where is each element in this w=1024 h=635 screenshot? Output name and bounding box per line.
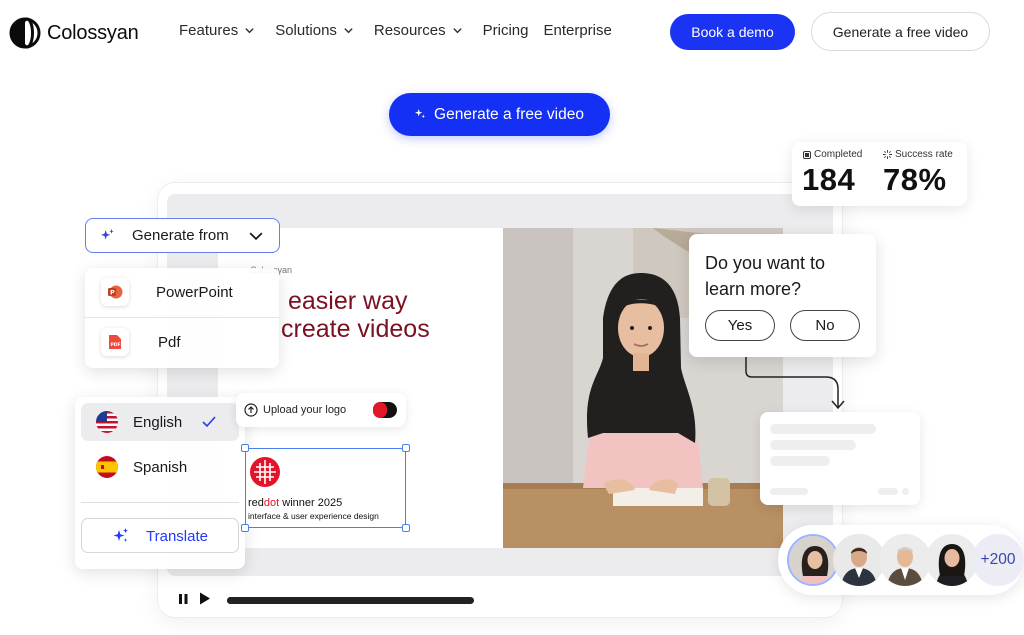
stats-card: Completed 184 Success rate 78% — [792, 142, 967, 206]
skeleton-line — [770, 440, 856, 450]
source-option-powerpoint[interactable]: P PowerPoint — [85, 268, 279, 317]
resize-handle[interactable] — [402, 444, 410, 452]
chevron-down-icon — [249, 232, 263, 241]
slide-heading-line-1: easier way — [288, 287, 408, 315]
colossyan-logo-icon — [9, 17, 41, 49]
toggle-knob — [373, 402, 387, 418]
divider — [81, 502, 239, 503]
nav-item-label: Features — [179, 22, 239, 39]
translate-label: Translate — [146, 528, 208, 545]
language-option-spanish[interactable]: Spanish — [81, 448, 239, 486]
sparkle-icon — [101, 229, 114, 240]
no-button[interactable]: No — [790, 310, 860, 341]
nav-item-enterprise[interactable]: Enterprise — [543, 22, 611, 39]
source-option-label: Pdf — [158, 334, 181, 351]
placeholder-card — [760, 412, 920, 505]
avatar[interactable] — [833, 534, 885, 586]
success-rate-label: Success rate — [883, 149, 953, 160]
resize-handle[interactable] — [241, 524, 249, 532]
skeleton-line — [770, 424, 876, 434]
upload-icon — [244, 403, 258, 417]
upload-logo-button[interactable]: Upload your logo — [236, 393, 406, 427]
award-red-text: red — [248, 497, 264, 509]
translate-button[interactable]: Translate — [81, 518, 239, 553]
book-demo-button[interactable]: Book a demo — [670, 14, 795, 50]
play-icon[interactable] — [199, 592, 211, 605]
checkbox-icon — [803, 150, 811, 159]
language-label: Spanish — [133, 459, 188, 476]
award-subtitle: interface & user experience design — [248, 511, 379, 521]
upload-logo-label: Upload your logo — [263, 404, 347, 416]
check-icon — [202, 416, 216, 428]
source-option-label: PowerPoint — [156, 284, 233, 301]
nav-item-label: Solutions — [275, 22, 337, 39]
nav-item-pricing[interactable]: Pricing — [483, 22, 529, 39]
language-option-english[interactable]: English — [81, 403, 239, 441]
award-title: reddot winner 2025 — [248, 497, 342, 509]
generate-from-dropdown[interactable]: Generate from — [85, 218, 280, 253]
slide-heading-line-2: create videos — [281, 315, 430, 343]
resize-handle[interactable] — [241, 444, 249, 452]
brand-name: Colossyan — [47, 21, 139, 44]
skeleton-dot — [902, 488, 909, 495]
hero-cta-label: Generate a free video — [434, 105, 584, 123]
svg-text:PDF: PDF — [111, 342, 121, 348]
question-card: Do you want to learn more? Yes No — [689, 234, 876, 357]
logo-toggle[interactable] — [373, 402, 397, 418]
avatar[interactable] — [926, 534, 978, 586]
nav-item-label: Resources — [373, 22, 446, 39]
brand-logo[interactable]: Colossyan — [9, 17, 139, 49]
source-options-panel: P PowerPoint PDF Pdf — [85, 268, 279, 368]
award-dot-text: dot — [263, 497, 280, 509]
question-text: Do you want to learn more? — [705, 253, 826, 299]
flow-arrow-icon — [745, 357, 845, 410]
completed-label: Completed — [803, 149, 862, 160]
more-avatars-badge[interactable]: +200 — [972, 534, 1024, 586]
top-navigation: Colossyan Features Solutions Resources P… — [0, 0, 1024, 64]
skeleton-line — [770, 488, 808, 495]
pause-icon[interactable] — [178, 593, 189, 605]
spain-flag-icon — [96, 456, 118, 478]
reddot-logo-icon — [250, 457, 280, 487]
skeleton-line — [878, 488, 898, 495]
pdf-icon: PDF — [101, 328, 129, 356]
success-rate-value: 78% — [883, 162, 947, 197]
progress-track[interactable] — [227, 597, 474, 604]
completed-value: 184 — [802, 162, 856, 197]
language-label: English — [133, 414, 183, 431]
nav-item-label: Pricing — [482, 22, 529, 39]
resize-handle[interactable] — [402, 524, 410, 532]
generate-free-video-nav-button[interactable]: Generate a free video — [811, 12, 990, 51]
generate-free-video-hero-button[interactable]: Generate a free video — [389, 93, 610, 136]
nav-item-solutions[interactable]: Solutions — [275, 22, 354, 39]
completed-label-text: Completed — [814, 149, 863, 160]
nav-item-label: Enterprise — [543, 22, 612, 39]
player-controls — [178, 592, 211, 605]
progress-fill — [227, 597, 321, 604]
nav-links: Features Solutions Resources Pricing Ent… — [179, 22, 632, 39]
us-flag-icon — [96, 411, 118, 433]
success-rate-label-text: Success rate — [895, 149, 953, 160]
powerpoint-icon: P — [101, 278, 129, 306]
avatar[interactable] — [879, 534, 931, 586]
sparkle-icon — [113, 528, 128, 542]
sparkle-icon — [415, 109, 426, 119]
award-logo-selection[interactable]: reddot winner 2025 interface & user expe… — [241, 444, 410, 532]
source-option-pdf[interactable]: PDF Pdf — [85, 318, 279, 367]
chevron-down-icon — [344, 28, 353, 34]
spark-icon — [883, 150, 892, 159]
award-winner-text: winner 2025 — [279, 497, 343, 509]
yes-button[interactable]: Yes — [705, 310, 775, 341]
chevron-down-icon — [452, 28, 462, 34]
skeleton-line — [770, 456, 830, 466]
generate-from-label: Generate from — [132, 227, 229, 244]
svg-text:P: P — [110, 289, 115, 297]
chevron-down-icon — [245, 28, 254, 34]
nav-item-resources[interactable]: Resources — [374, 22, 463, 39]
avatar[interactable] — [787, 534, 839, 586]
nav-item-features[interactable]: Features — [179, 22, 255, 39]
